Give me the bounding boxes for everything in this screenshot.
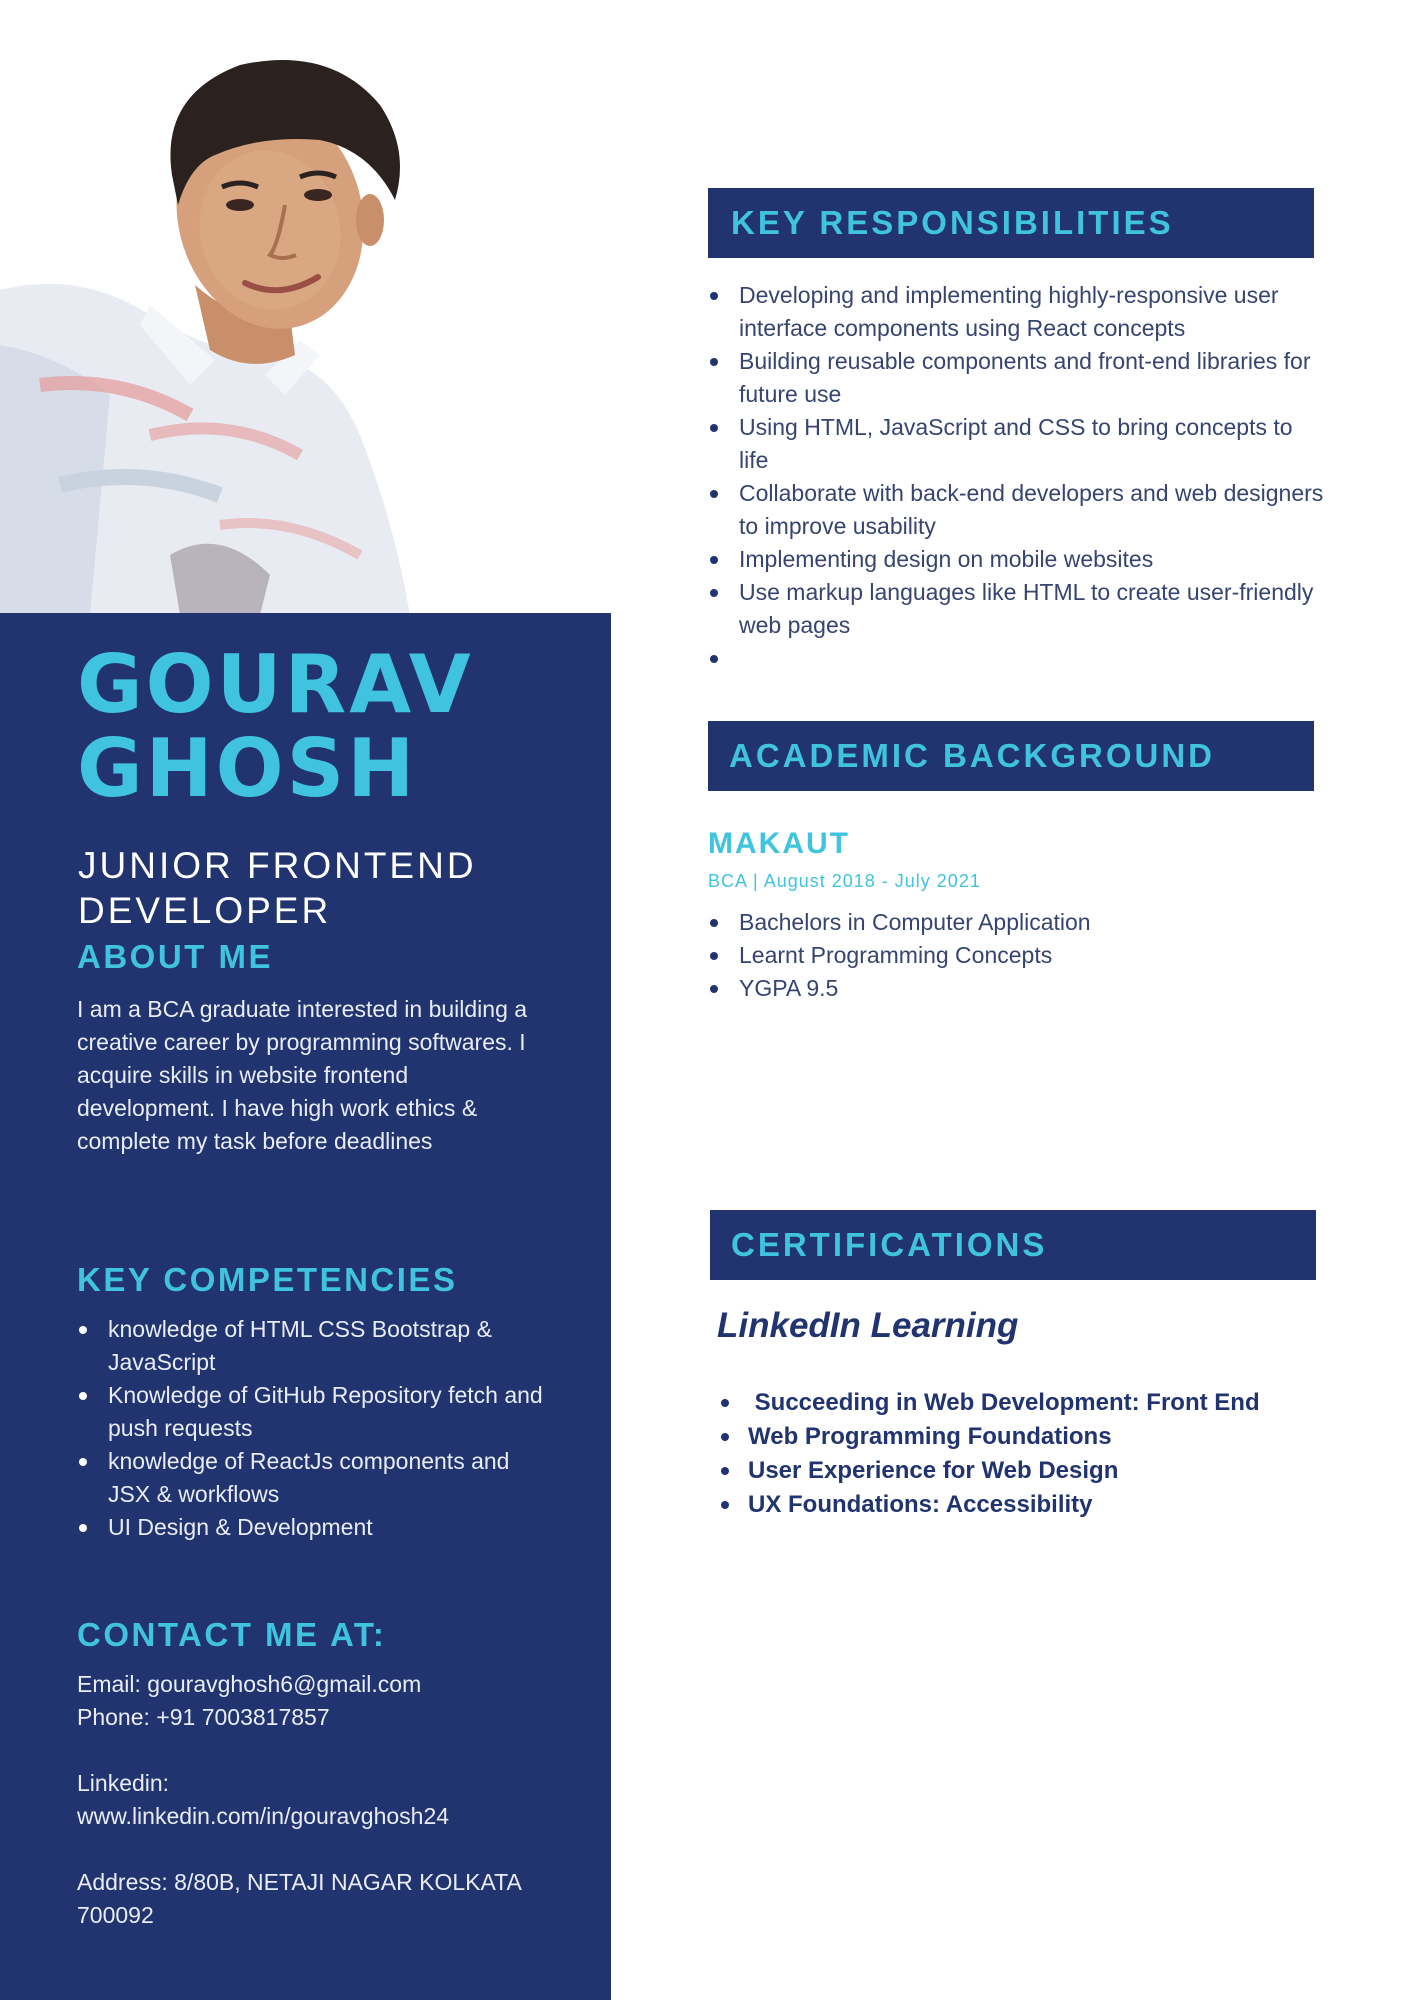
bullet-icon [710,952,718,960]
job-title-line2: DEVELOPER [78,890,332,931]
list-item: Building reusable components and front-e… [708,345,1328,411]
contact-phone[interactable]: Phone: +91 7003817857 [77,1701,557,1734]
list-item: Use markup languages like HTML to create… [708,576,1328,642]
academic-header: ACADEMIC BACKGROUND [708,721,1314,791]
bullet-icon [721,1399,729,1407]
list-item: Developing and implementing highly-respo… [708,279,1328,345]
job-title: JUNIOR FRONTEND DEVELOPER [78,843,598,933]
list-item: Implementing design on mobile websites [708,543,1328,576]
full-name: GOURAV GHOSH [77,643,597,811]
certifications-heading: CERTIFICATIONS [731,1226,1048,1263]
bullet-icon [710,655,718,663]
bullet-icon [79,1458,87,1466]
first-name: GOURAV [77,638,474,731]
contact-info: Email: gouravghosh6@gmail.com Phone: +91… [77,1668,557,1932]
contact-address-line1: Address: 8/80B, NETAJI NAGAR KOLKATA [77,1869,522,1895]
degree-dates: BCA | August 2018 - July 2021 [708,871,981,891]
responsibilities-header: KEY RESPONSIBILITIES [708,188,1314,258]
bullet-icon [710,490,718,498]
contact-email[interactable]: Email: gouravghosh6@gmail.com [77,1668,557,1701]
list-item: UI Design & Development [77,1511,557,1544]
list-item: Collaborate with back-end developers and… [708,477,1328,543]
competencies-list: knowledge of HTML CSS Bootstrap & JavaSc… [77,1313,557,1544]
list-item: knowledge of HTML CSS Bootstrap & JavaSc… [77,1313,557,1379]
job-title-line1: JUNIOR FRONTEND [78,845,477,886]
list-item: knowledge of ReactJs components and JSX … [77,1445,557,1511]
bullet-icon [79,1524,87,1532]
bullet-icon [710,424,718,432]
bullet-icon [721,1501,729,1509]
bullet-icon [721,1467,729,1475]
contact-heading: CONTACT ME AT: [77,1616,387,1653]
list-item: Succeeding in Web Development: Front End [717,1386,1260,1420]
responsibilities-heading: KEY RESPONSIBILITIES [731,204,1174,241]
responsibilities-list: Developing and implementing highly-respo… [708,279,1328,675]
bullet-icon [710,358,718,366]
list-item: User Experience for Web Design [717,1454,1260,1488]
academic-list: Bachelors in Computer Application Learnt… [708,906,1328,1005]
bullet-icon [79,1392,87,1400]
bullet-icon [710,556,718,564]
list-item: Web Programming Foundations [717,1420,1260,1454]
bullet-icon [79,1326,87,1334]
about-heading: ABOUT ME [77,938,273,975]
list-item: YGPA 9.5 [708,972,1328,1005]
about-text: I am a BCA graduate interested in buildi… [77,996,528,1154]
list-item: Using HTML, JavaScript and CSS to bring … [708,411,1328,477]
last-name: GHOSH [77,722,418,815]
list-item: Knowledge of GitHub Repository fetch and… [77,1379,557,1445]
list-item: Learnt Programming Concepts [708,939,1328,972]
school-name: MAKAUT [708,827,850,860]
bullet-icon [710,985,718,993]
certifications-header: CERTIFICATIONS [710,1210,1316,1280]
bullet-icon [710,589,718,597]
cert-provider: LinkedIn Learning [717,1306,1019,1345]
competencies-heading: KEY COMPETENCIES [77,1261,458,1298]
contact-linkedin-label: Linkedin: [77,1770,170,1796]
certifications-list: Succeeding in Web Development: Front End… [717,1386,1260,1522]
list-item [708,642,1328,675]
bullet-icon [721,1433,729,1441]
list-item: UX Foundations: Accessibility [717,1488,1260,1522]
bullet-icon [710,292,718,300]
list-item: Bachelors in Computer Application [708,906,1328,939]
academic-heading: ACADEMIC BACKGROUND [729,737,1215,774]
bullet-icon [710,919,718,927]
contact-address-line2: 700092 [77,1902,154,1928]
resume-page: GOURAV GHOSH JUNIOR FRONTEND DEVELOPER A… [0,0,1414,2000]
left-panel: GOURAV GHOSH JUNIOR FRONTEND DEVELOPER A… [0,613,611,2000]
contact-linkedin-url[interactable]: www.linkedin.com/in/gouravghosh24 [77,1800,557,1833]
profile-photo [0,55,430,615]
